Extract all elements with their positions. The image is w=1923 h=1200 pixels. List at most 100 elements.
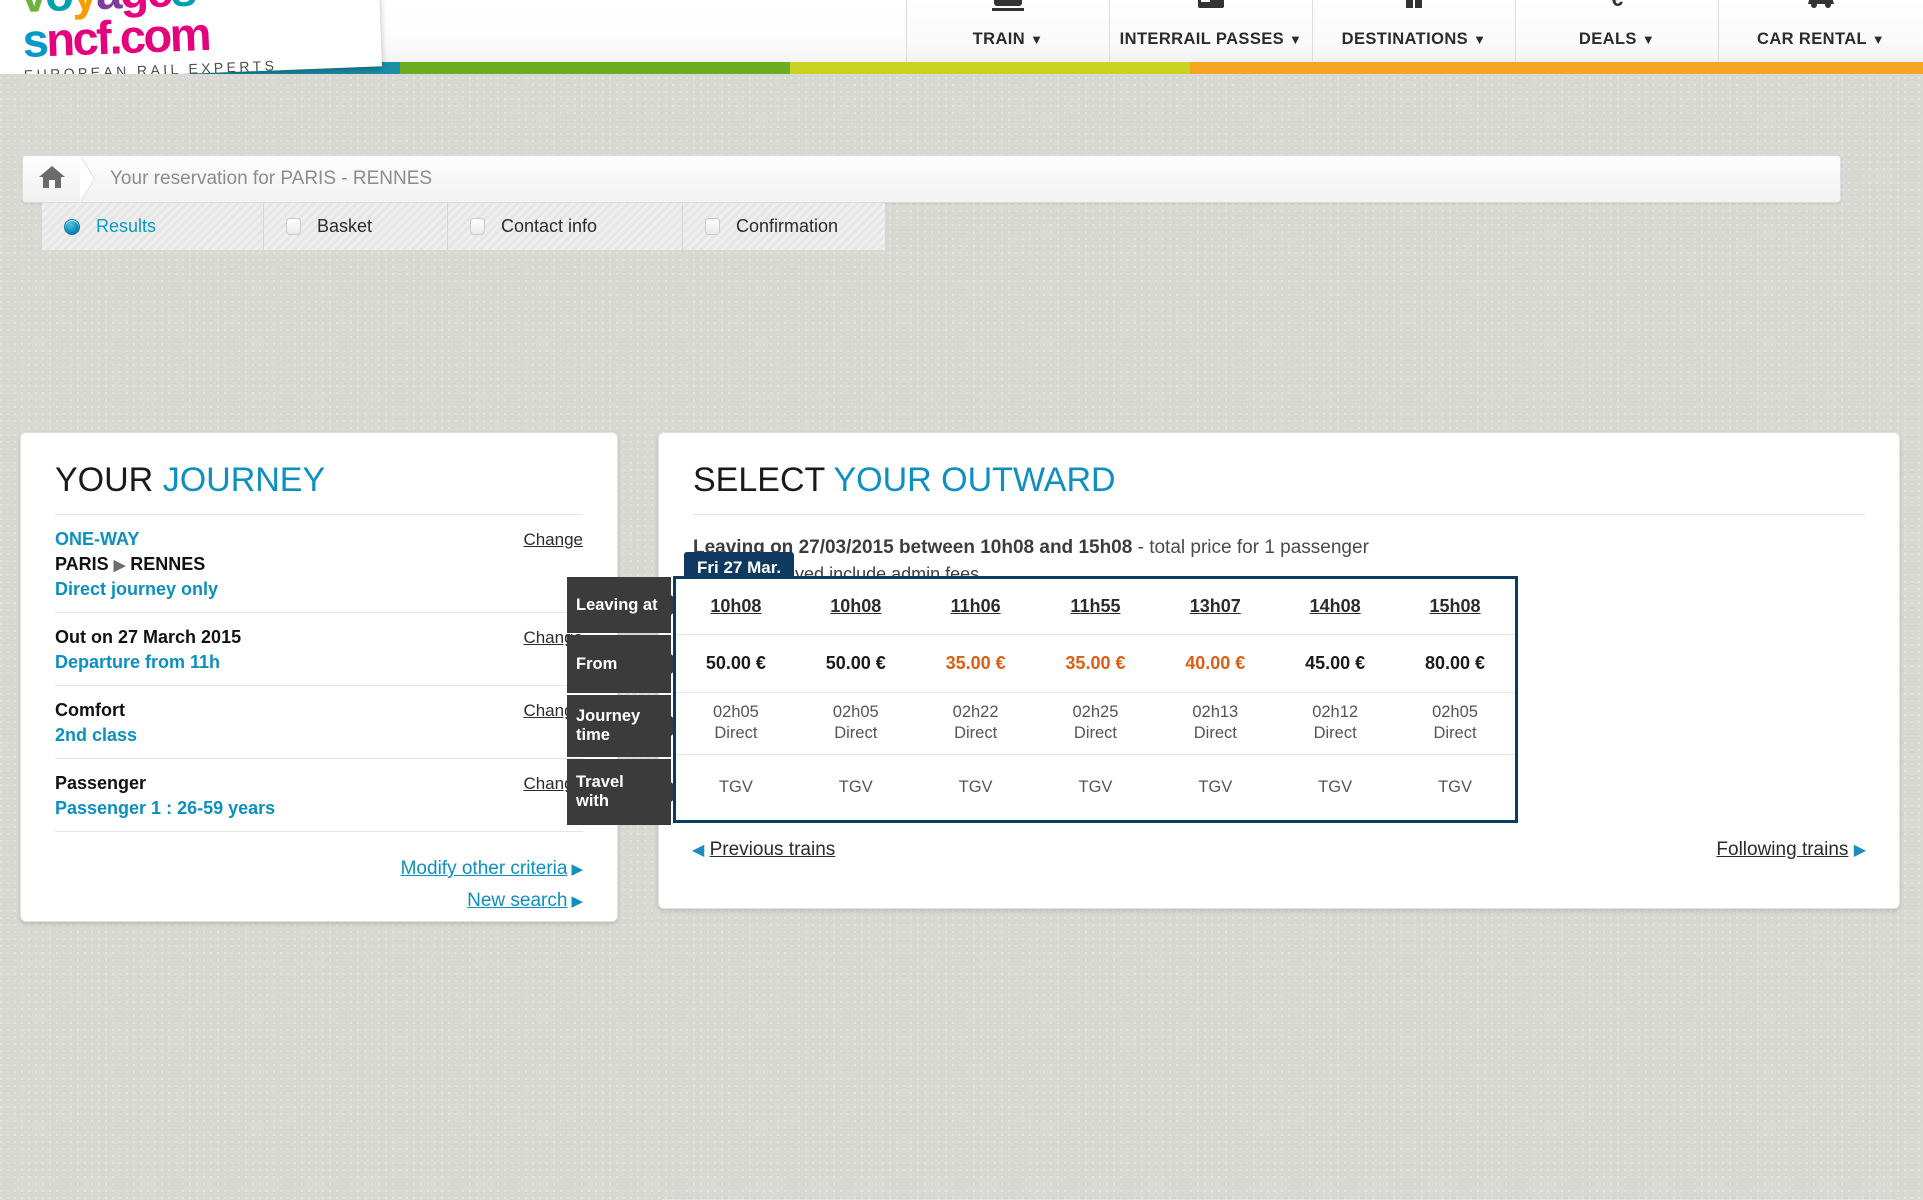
train-price-1[interactable]: 50.00 €: [795, 634, 916, 693]
train-carrier-2: TGV: [958, 777, 993, 796]
train-carrier-4: TGV: [1198, 777, 1233, 796]
train-departure-time-5[interactable]: 14h08: [1275, 579, 1396, 635]
train-price-6[interactable]: 80.00 €: [1395, 634, 1515, 693]
nav-item-car-rental-label: CAR RENTAL ▼: [1757, 30, 1885, 48]
following-trains-link[interactable]: Following trains ▶: [1716, 839, 1866, 861]
duration-value: 02h05: [1432, 703, 1478, 721]
leaving-summary: Leaving on 27/03/2015 between 10h08 and …: [693, 537, 1865, 559]
train-price-5[interactable]: 45.00 €: [1275, 634, 1396, 693]
step-basket[interactable]: Basket: [264, 203, 448, 250]
step-contact-info-label: Contact info: [501, 216, 598, 236]
train-duration-4: 02h13 Direct: [1155, 692, 1276, 755]
change-trip-type-link[interactable]: Change: [523, 530, 583, 550]
step-indicator-dot: [470, 218, 485, 235]
train-price-2[interactable]: 35.00 €: [915, 634, 1036, 693]
train-duration-6: 02h05 Direct: [1395, 692, 1515, 755]
duration-value: 02h22: [952, 703, 999, 721]
stops-value: Direct: [834, 724, 878, 742]
stops-value: Direct: [954, 724, 998, 742]
chevron-down-icon: ▼: [1641, 32, 1656, 47]
nav-item-car-rental[interactable]: CAR RENTAL ▼: [1718, 0, 1923, 62]
train-duration-2: 02h22 Direct: [915, 692, 1036, 755]
home-button[interactable]: [23, 156, 81, 202]
trip-type-label: ONE-WAY: [55, 529, 140, 549]
stops-value: Direct: [1313, 724, 1357, 742]
car-icon: [1802, 0, 1840, 17]
train-icon: [987, 0, 1029, 19]
step-indicator-dot: [286, 218, 301, 235]
step-basket-label: Basket: [317, 216, 373, 236]
pass-card-icon: [1193, 0, 1229, 17]
nav-item-interrail-passes[interactable]: INTERRAIL PASSES ▼: [1109, 0, 1312, 62]
comfort-label: Comfort: [55, 700, 125, 720]
train-carrier-6: TGV: [1438, 777, 1472, 796]
train-departure-time-3[interactable]: 11h55: [1035, 579, 1156, 635]
train-departure-time-6[interactable]: 15h08: [1395, 579, 1515, 635]
train-carrier-0: TGV: [718, 777, 753, 796]
step-indicator-dot: [705, 218, 720, 235]
chevron-down-icon: ▼: [1289, 32, 1303, 47]
results-table-box: 10h08 10h08 11h06 11h55 13h07 14h08 15h08 50.0…: [673, 576, 1518, 823]
route-summary: PARIS ▶ RENNES: [55, 554, 583, 575]
step-results-label: Results: [96, 216, 157, 236]
row-label-travel-with: Travel with: [567, 759, 671, 825]
new-search-link[interactable]: New search ▶: [55, 890, 583, 912]
train-pagination: ◀ Previous trains Following trains ▶: [658, 839, 1900, 861]
step-confirmation[interactable]: Confirmation: [683, 203, 885, 250]
stops-value: Direct: [714, 724, 758, 742]
out-date-label: Out on 27 March 2015: [55, 627, 242, 647]
table-row-carriers: TGV TGV TGV TGV TGV TGV TGV: [676, 754, 1515, 820]
previous-trains-link[interactable]: ◀ Previous trains: [692, 839, 835, 861]
divider: [693, 514, 1865, 515]
passenger-value: Passenger 1 : 26-59 years: [55, 798, 276, 818]
train-price-0[interactable]: 50.00 €: [676, 634, 796, 693]
your-journey-title-blue: JOURNEY: [162, 461, 326, 499]
stops-value: Direct: [1433, 724, 1477, 742]
journey-trip-section: ONE-WAY Change PARIS ▶ RENNES Direct journ…: [55, 515, 583, 613]
train-duration-0: 02h05 Direct: [676, 692, 796, 755]
svg-text:€: €: [1611, 0, 1623, 11]
journey-actions: Modify other criteria ▶ New search ▶: [55, 858, 583, 912]
train-departure-time-4[interactable]: 13h07: [1155, 579, 1276, 635]
chevron-down-icon: ▼: [1030, 32, 1044, 47]
duration-value: 02h05: [832, 703, 879, 721]
step-contact-info[interactable]: Contact info: [448, 203, 683, 250]
chevron-right-icon: ▶: [571, 861, 583, 878]
train-departure-time-1[interactable]: 10h08: [795, 579, 916, 635]
your-journey-panel: YOUR JOURNEY ONE-WAY Change PARIS ▶ RENNES…: [20, 432, 618, 922]
home-icon: [37, 163, 67, 196]
train-carrier-1: TGV: [838, 777, 873, 796]
step-results[interactable]: Results: [42, 203, 264, 250]
passenger-label: Passenger: [55, 773, 147, 793]
results-row-labels: Leaving at From Journey time Travel with: [567, 577, 671, 827]
train-departure-time-0[interactable]: 10h08: [676, 579, 796, 635]
results-grid: Leaving at From Journey time Travel with…: [567, 576, 1518, 837]
stops-value: Direct: [1073, 724, 1117, 742]
train-departure-time-2[interactable]: 11h06: [915, 579, 1036, 635]
journey-outbound-section: Out on 27 March 2015 Change Departure fr…: [55, 613, 583, 686]
journey-passenger-section: Passenger Change Passenger 1 : 26-59 yea…: [55, 759, 583, 832]
site-logo[interactable]: voyages sncf.com EUROPEAN RAIL EXPERTS: [0, 0, 382, 74]
stripe-segment-lime: [790, 62, 1190, 74]
stripe-segment-green: [400, 62, 790, 74]
route-origin: PARIS: [55, 554, 109, 574]
nav-item-interrail-passes-label: INTERRAIL PASSES ▼: [1119, 30, 1303, 48]
nav-item-deals[interactable]: € DEALS ▼: [1515, 0, 1718, 62]
checkout-steps: Results Basket Contact info Confirmation: [42, 203, 885, 251]
nav-item-train[interactable]: TRAIN ▼: [906, 0, 1109, 62]
nav-item-destinations-label: DESTINATIONS ▼: [1341, 30, 1487, 48]
departure-from-value: Departure from 11h: [55, 652, 221, 672]
train-duration-5: 02h12 Direct: [1275, 692, 1396, 755]
train-price-3[interactable]: 35.00 €: [1035, 634, 1156, 693]
duration-value: 02h05: [712, 703, 759, 721]
route-arrow-icon: ▶: [113, 557, 126, 574]
nav-item-destinations[interactable]: DESTINATIONS ▼: [1312, 0, 1515, 62]
your-journey-title-dark: YOUR: [55, 461, 154, 499]
duration-value: 02h12: [1312, 703, 1359, 721]
train-duration-3: 02h25 Direct: [1035, 692, 1156, 755]
train-price-4[interactable]: 40.00 €: [1155, 634, 1276, 693]
modify-other-criteria-link[interactable]: Modify other criteria ▶: [55, 858, 583, 880]
nav-item-deals-label: DEALS ▼: [1578, 30, 1656, 48]
table-row-times: 10h08 10h08 11h06 11h55 13h07 14h08 15h08: [676, 579, 1515, 635]
chevron-down-icon: ▼: [1473, 32, 1487, 47]
